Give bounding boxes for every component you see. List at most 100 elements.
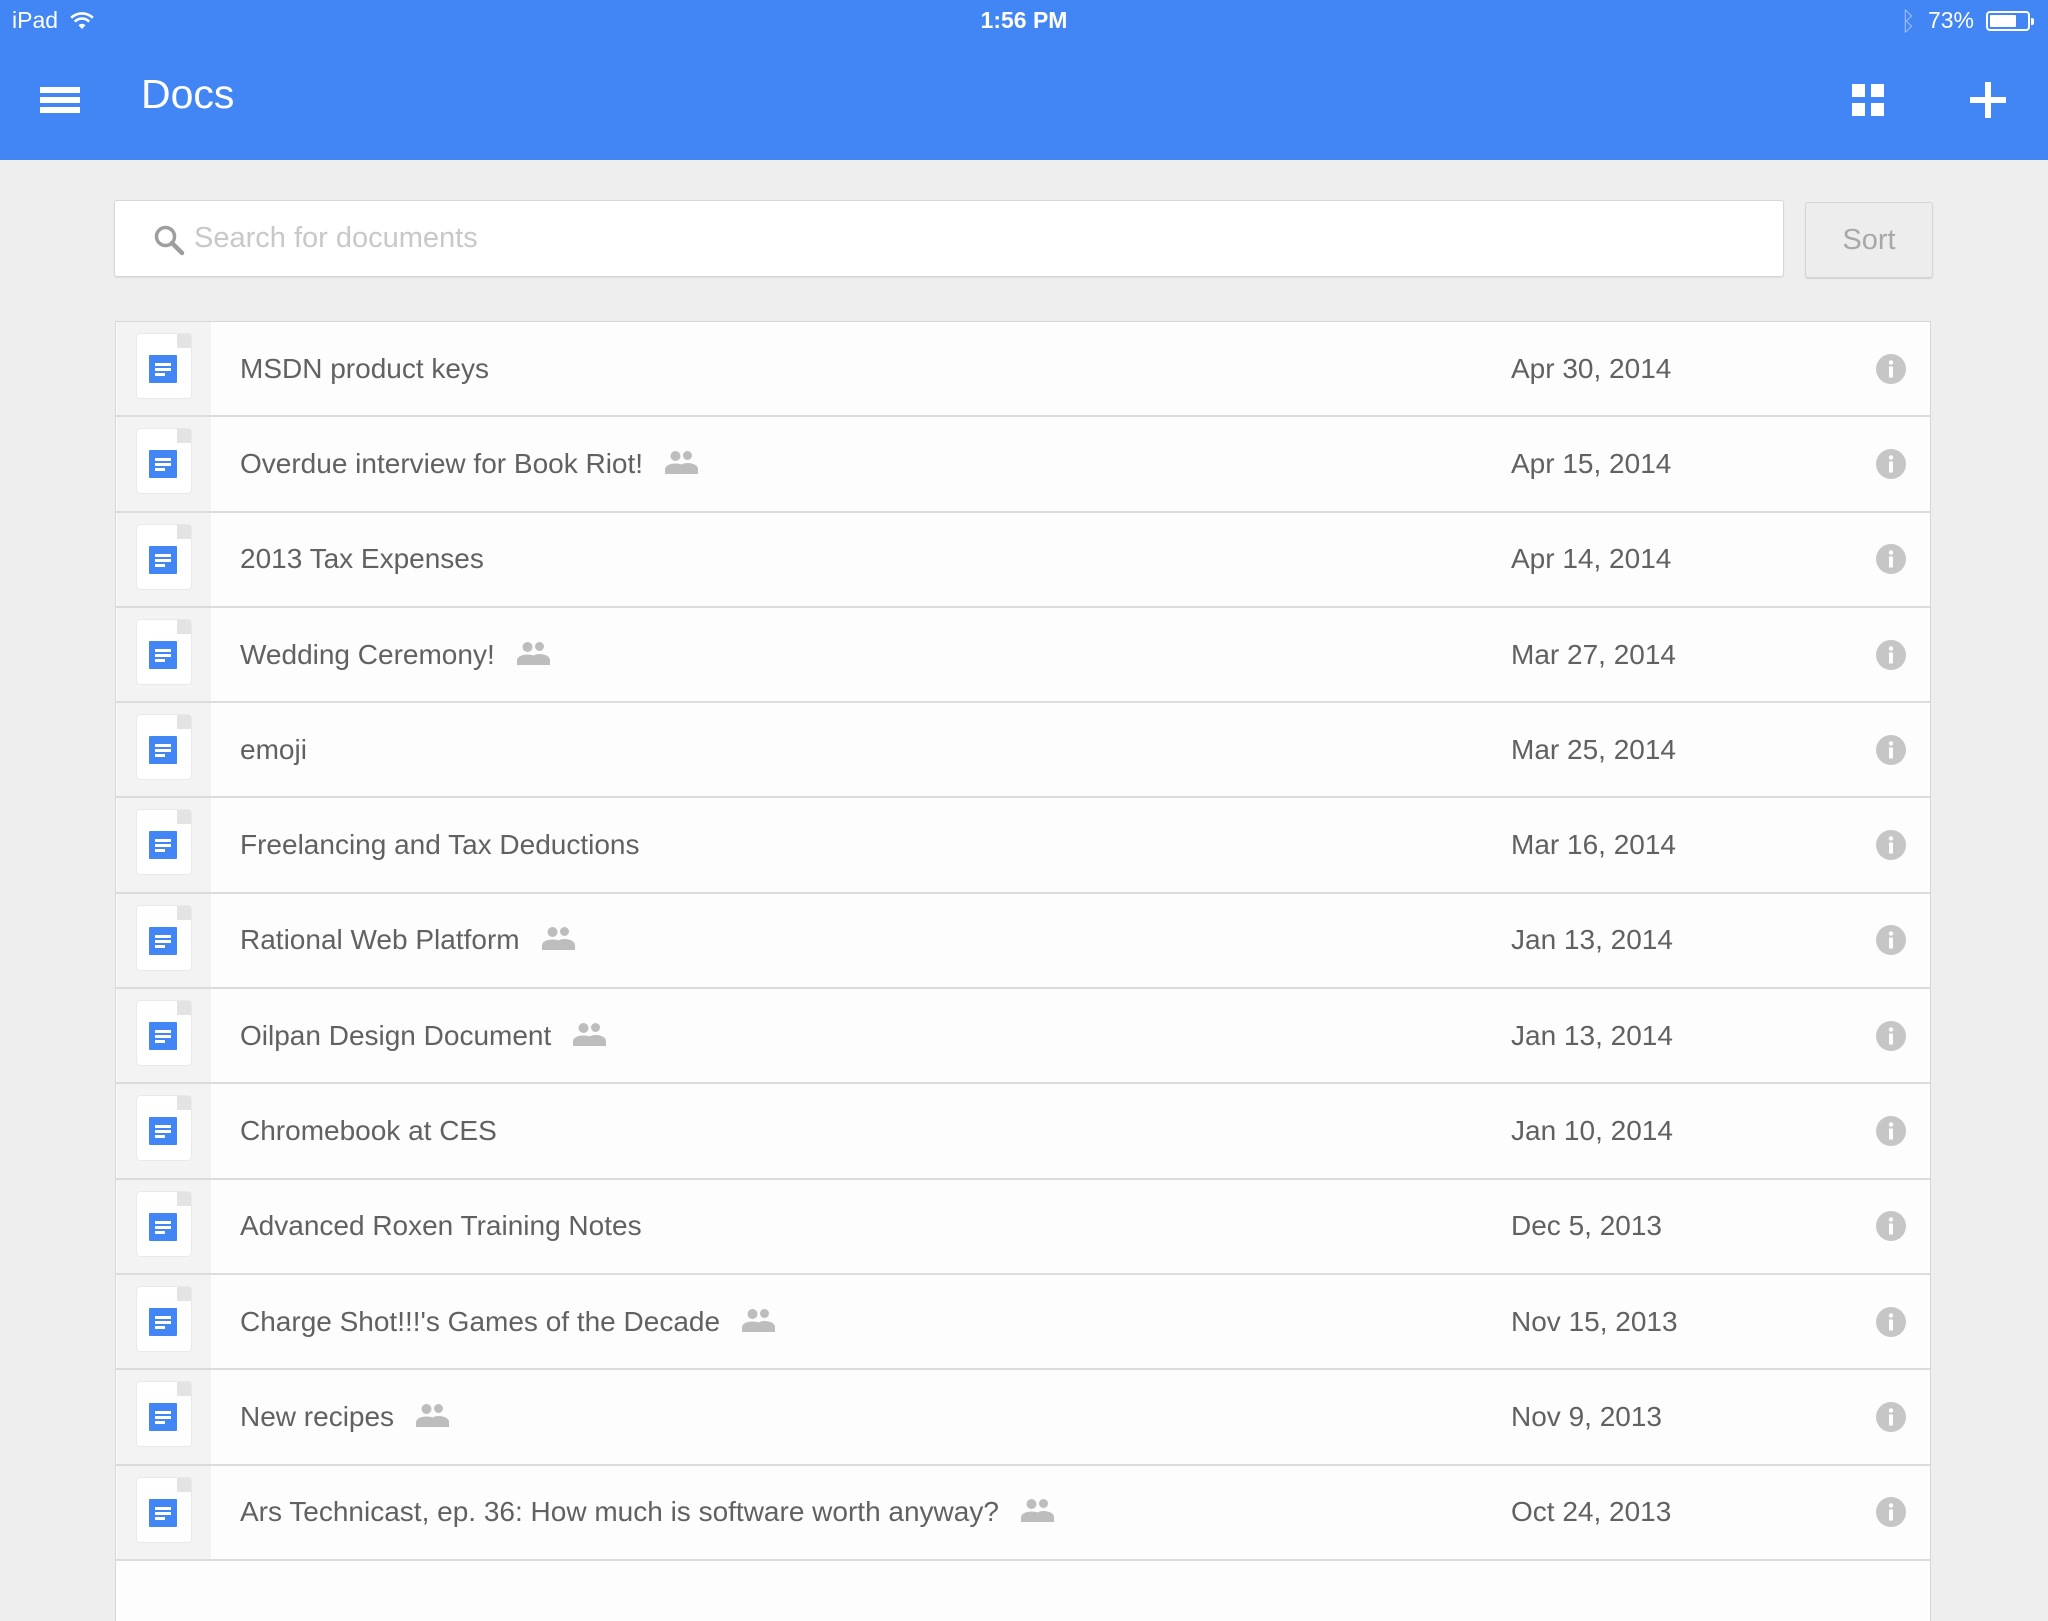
document-title-wrap: Freelancing and Tax Deductions xyxy=(240,798,640,891)
document-icon-cell xyxy=(117,703,211,797)
document-title-wrap: Wedding Ceremony! xyxy=(240,608,551,701)
document-row[interactable]: Wedding Ceremony! Mar 27, 2014 xyxy=(116,607,1930,704)
document-date: Mar 25, 2014 xyxy=(1511,733,1676,765)
google-doc-icon xyxy=(137,905,191,970)
google-doc-icon xyxy=(137,429,191,494)
google-doc-icon xyxy=(137,1286,191,1351)
shared-people-icon xyxy=(665,450,699,474)
info-icon[interactable] xyxy=(1875,353,1907,385)
document-row[interactable]: 2013 Tax Expenses Apr 14, 2014 xyxy=(116,512,1930,608)
document-row[interactable]: Oilpan Design Document Jan 13, 2014 xyxy=(116,989,1930,1085)
shared-people-icon xyxy=(541,927,575,951)
document-date: Dec 5, 2013 xyxy=(1511,1210,1662,1242)
document-title: Rational Web Platform xyxy=(240,924,520,956)
google-doc-icon xyxy=(137,1096,191,1161)
document-date: Apr 14, 2014 xyxy=(1511,543,1672,575)
document-date: Jan 13, 2014 xyxy=(1511,924,1673,956)
document-row[interactable]: MSDN product keys Apr 30, 2014 xyxy=(116,322,1930,418)
document-title: Freelancing and Tax Deductions xyxy=(240,829,640,861)
document-title-wrap: MSDN product keys xyxy=(240,322,489,415)
document-row[interactable]: emoji Mar 25, 2014 xyxy=(116,703,1930,799)
document-icon-cell xyxy=(117,1274,211,1369)
google-doc-icon xyxy=(137,524,191,589)
info-icon[interactable] xyxy=(1875,1115,1907,1147)
document-date: Mar 16, 2014 xyxy=(1511,829,1676,861)
shared-people-icon xyxy=(742,1308,776,1332)
battery-percent: 73% xyxy=(1927,7,1974,33)
document-title: Charge Shot!!!'s Games of the Decade xyxy=(240,1305,721,1337)
document-icon-cell xyxy=(117,989,211,1083)
document-icon-cell xyxy=(117,607,211,702)
status-time: 1:56 PM xyxy=(980,7,1068,33)
document-icon-cell xyxy=(117,1370,211,1464)
document-date: Apr 30, 2014 xyxy=(1511,352,1672,384)
plus-icon[interactable] xyxy=(1970,82,2006,118)
document-icon-cell xyxy=(117,893,211,988)
document-icon-cell xyxy=(117,1084,211,1178)
document-icon-cell xyxy=(117,322,211,416)
document-row[interactable]: New recipes Nov 9, 2013 xyxy=(116,1370,1930,1466)
search-input[interactable] xyxy=(194,201,1754,276)
document-list: MSDN product keys Apr 30, 2014 Overdue i… xyxy=(115,321,1931,1621)
info-icon[interactable] xyxy=(1875,1401,1907,1433)
document-title-wrap: emoji xyxy=(240,703,307,796)
document-title-wrap: Rational Web Platform xyxy=(240,894,576,987)
document-title-wrap: Charge Shot!!!'s Games of the Decade xyxy=(240,1275,776,1368)
info-icon[interactable] xyxy=(1875,924,1907,956)
sort-button[interactable]: Sort xyxy=(1805,202,1933,278)
document-title: Oilpan Design Document xyxy=(240,1019,552,1051)
info-icon[interactable] xyxy=(1875,543,1907,575)
shared-people-icon xyxy=(516,641,550,665)
document-title-wrap: Advanced Roxen Training Notes xyxy=(240,1180,642,1273)
document-title: Chromebook at CES xyxy=(240,1115,497,1147)
document-date: Oct 24, 2013 xyxy=(1511,1496,1672,1528)
document-title: Advanced Roxen Training Notes xyxy=(240,1210,642,1242)
document-row[interactable]: Rational Web Platform Jan 13, 2014 xyxy=(116,893,1930,990)
google-doc-icon xyxy=(137,334,191,398)
shared-people-icon xyxy=(573,1022,607,1046)
document-date: Jan 13, 2014 xyxy=(1511,1019,1673,1051)
google-doc-icon xyxy=(137,715,191,780)
document-title-wrap: Chromebook at CES xyxy=(240,1084,497,1177)
info-icon[interactable] xyxy=(1875,1020,1907,1052)
search-box[interactable] xyxy=(114,200,1784,277)
hamburger-menu-icon[interactable] xyxy=(40,87,80,113)
document-row[interactable]: Charge Shot!!!'s Games of the Decade Nov… xyxy=(116,1274,1930,1371)
page-title: Docs xyxy=(141,71,235,117)
document-title-wrap: Oilpan Design Document xyxy=(240,989,607,1082)
document-row[interactable]: Freelancing and Tax Deductions Mar 16, 2… xyxy=(116,798,1930,894)
app-bar: iPad 1:56 PM ᛒ 73% Docs xyxy=(0,0,2048,160)
info-icon[interactable] xyxy=(1875,1210,1907,1242)
grid-view-icon[interactable] xyxy=(1852,84,1884,116)
document-icon-cell xyxy=(117,417,211,511)
document-title: New recipes xyxy=(240,1400,395,1432)
document-title-wrap: 2013 Tax Expenses xyxy=(240,513,484,606)
info-icon[interactable] xyxy=(1875,448,1907,480)
shared-people-icon xyxy=(416,1403,450,1427)
google-doc-icon xyxy=(137,810,191,875)
info-icon[interactable] xyxy=(1875,639,1907,671)
document-title: 2013 Tax Expenses xyxy=(240,543,484,575)
document-row[interactable]: Overdue interview for Book Riot! Apr 15,… xyxy=(116,417,1930,513)
info-icon[interactable] xyxy=(1875,1306,1907,1338)
document-icon-cell xyxy=(117,1179,211,1273)
info-icon[interactable] xyxy=(1875,1496,1907,1528)
bluetooth-icon: ᛒ xyxy=(1900,5,1916,36)
google-doc-icon xyxy=(137,1001,191,1066)
document-date: Apr 15, 2014 xyxy=(1511,447,1672,479)
document-icon-cell xyxy=(117,798,211,892)
document-row[interactable]: Chromebook at CES Jan 10, 2014 xyxy=(116,1084,1930,1180)
document-title: Wedding Ceremony! xyxy=(240,638,495,670)
document-title: Ars Technicast, ep. 36: How much is soft… xyxy=(240,1496,999,1528)
document-title-wrap: Ars Technicast, ep. 36: How much is soft… xyxy=(240,1466,1055,1559)
document-row[interactable]: Advanced Roxen Training Notes Dec 5, 201… xyxy=(116,1179,1930,1275)
document-row[interactable]: Ars Technicast, ep. 36: How much is soft… xyxy=(116,1465,1930,1561)
document-date: Mar 27, 2014 xyxy=(1511,638,1676,670)
document-icon-cell xyxy=(117,1465,211,1559)
document-date: Jan 10, 2014 xyxy=(1511,1115,1673,1147)
info-icon[interactable] xyxy=(1875,829,1907,861)
search-icon xyxy=(154,225,185,256)
info-icon[interactable] xyxy=(1875,734,1907,766)
document-title-wrap: New recipes xyxy=(240,1370,450,1463)
google-doc-icon xyxy=(137,1382,191,1447)
